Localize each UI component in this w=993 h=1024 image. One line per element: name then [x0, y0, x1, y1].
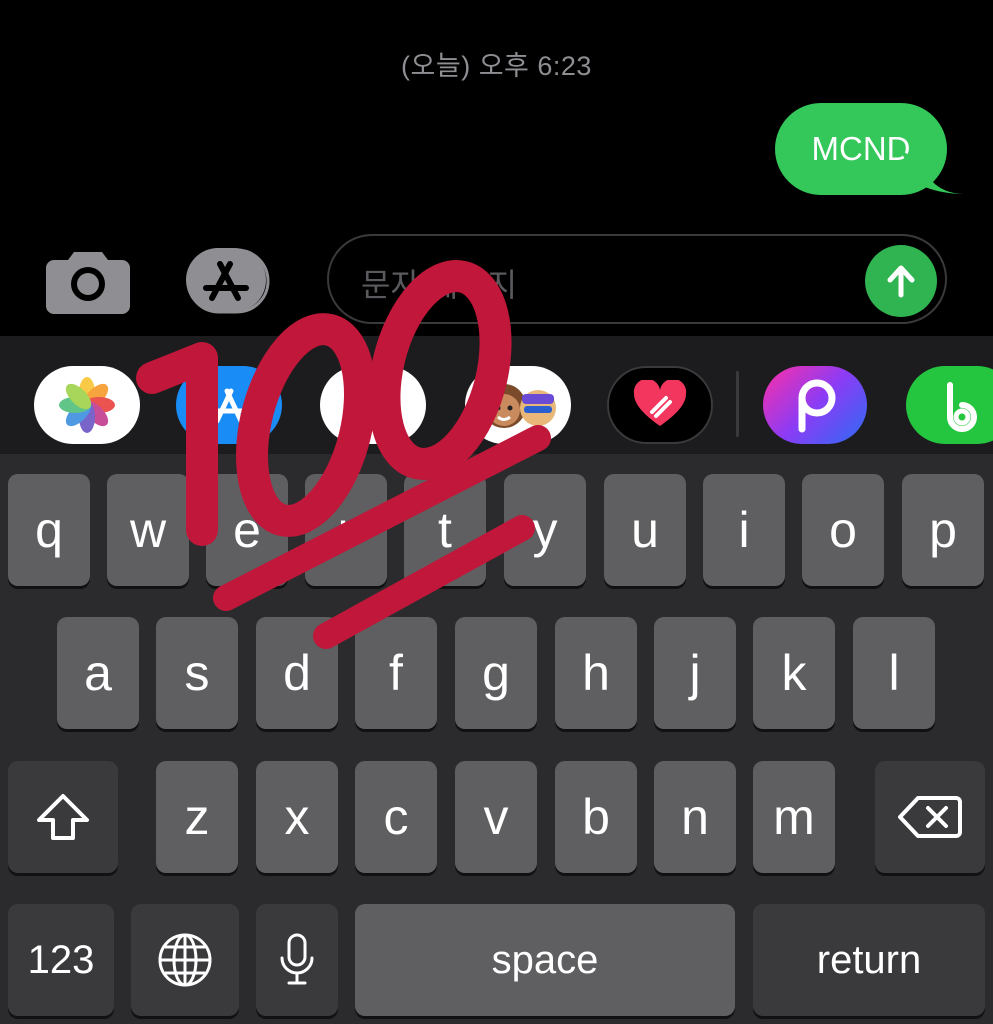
key-w[interactable]: w — [107, 474, 189, 586]
key-x[interactable]: x — [256, 761, 338, 873]
key-label: v — [483, 789, 509, 845]
delete-icon — [898, 796, 962, 838]
key-label: c — [383, 789, 409, 845]
key-l[interactable]: l — [853, 617, 935, 729]
key-r[interactable]: r — [305, 474, 387, 586]
music-note-icon — [359, 383, 388, 423]
send-button[interactable] — [865, 245, 937, 317]
space-key[interactable]: space — [355, 904, 735, 1016]
keyboard: q w e r t y u i o p a s d f g h j k l z … — [0, 454, 993, 1024]
app-store-icon — [210, 388, 248, 424]
key-label: f — [389, 645, 403, 701]
music-app[interactable] — [320, 366, 426, 444]
key-label: d — [283, 645, 311, 701]
message-input[interactable]: 문자 메시지 — [327, 234, 947, 324]
shift-key[interactable] — [8, 761, 118, 873]
key-label: h — [582, 645, 610, 701]
band-app[interactable] — [906, 366, 993, 444]
key-v[interactable]: v — [455, 761, 537, 873]
key-f[interactable]: f — [355, 617, 437, 729]
return-label: return — [816, 937, 922, 982]
key-label: a — [84, 645, 112, 701]
band-icon — [947, 382, 977, 432]
app-drawer — [0, 336, 993, 454]
key-label: n — [681, 789, 709, 845]
key-m[interactable]: m — [753, 761, 835, 873]
app-store-icon — [186, 248, 270, 314]
message-text: MCND — [811, 130, 911, 167]
drawer-divider — [736, 371, 739, 437]
key-c[interactable]: c — [355, 761, 437, 873]
numbers-label: 123 — [27, 937, 95, 982]
message-timestamp: (오늘) 오후 6:23 — [401, 51, 592, 81]
heart-touch-icon — [633, 380, 687, 426]
key-g[interactable]: g — [455, 617, 537, 729]
dictation-key[interactable] — [256, 904, 338, 1016]
key-q[interactable]: q — [8, 474, 90, 586]
key-label: w — [129, 502, 167, 558]
globe-icon — [158, 933, 212, 987]
key-label: u — [631, 502, 659, 558]
key-y[interactable]: y — [504, 474, 586, 586]
key-label: t — [438, 502, 452, 558]
picsart-icon — [798, 379, 836, 433]
key-label: s — [184, 645, 210, 701]
key-j[interactable]: j — [654, 617, 736, 729]
key-label: k — [781, 645, 807, 701]
key-o[interactable]: o — [802, 474, 884, 586]
picsart-app[interactable] — [763, 366, 867, 444]
key-label: l — [888, 645, 900, 701]
key-label: p — [929, 502, 957, 558]
key-i[interactable]: i — [703, 474, 785, 586]
key-label: i — [738, 502, 750, 558]
key-k[interactable]: k — [753, 617, 835, 729]
key-label: e — [233, 502, 261, 558]
message-placeholder: 문자 메시지 — [361, 267, 518, 303]
key-n[interactable]: n — [654, 761, 736, 873]
memoji-icon — [482, 384, 556, 428]
key-d[interactable]: d — [256, 617, 338, 729]
arrow-up-icon — [887, 265, 915, 298]
photos-icon — [59, 377, 115, 433]
key-label: q — [35, 502, 63, 558]
delete-key[interactable] — [875, 761, 985, 873]
globe-key[interactable] — [131, 904, 239, 1016]
key-label: z — [184, 789, 210, 845]
key-a[interactable]: a — [57, 617, 139, 729]
microphone-icon — [280, 933, 314, 985]
app-store-button[interactable] — [186, 246, 282, 316]
key-label: m — [773, 789, 815, 845]
key-label: g — [482, 645, 510, 701]
key-p[interactable]: p — [902, 474, 984, 586]
key-h[interactable]: h — [555, 617, 637, 729]
key-label: x — [284, 789, 310, 845]
key-s[interactable]: s — [156, 617, 238, 729]
bubble-tail — [900, 150, 964, 194]
numbers-key[interactable]: 123 — [8, 904, 114, 1016]
key-label: r — [337, 502, 355, 558]
space-label: space — [491, 937, 599, 982]
key-b[interactable]: b — [555, 761, 637, 873]
memoji-app[interactable] — [465, 366, 571, 444]
key-t[interactable]: t — [404, 474, 486, 586]
return-key[interactable]: return — [753, 904, 985, 1016]
camera-icon — [46, 252, 130, 314]
key-label: b — [582, 789, 610, 845]
key-z[interactable]: z — [156, 761, 238, 873]
digital-touch-app[interactable] — [607, 366, 713, 444]
key-label: o — [829, 502, 857, 558]
key-label: j — [689, 645, 701, 701]
key-label: y — [532, 502, 558, 558]
shift-icon — [37, 794, 89, 840]
key-u[interactable]: u — [604, 474, 686, 586]
app-store-app[interactable] — [176, 366, 282, 444]
key-e[interactable]: e — [206, 474, 288, 586]
camera-button[interactable] — [44, 248, 132, 314]
photos-app[interactable] — [34, 366, 140, 444]
